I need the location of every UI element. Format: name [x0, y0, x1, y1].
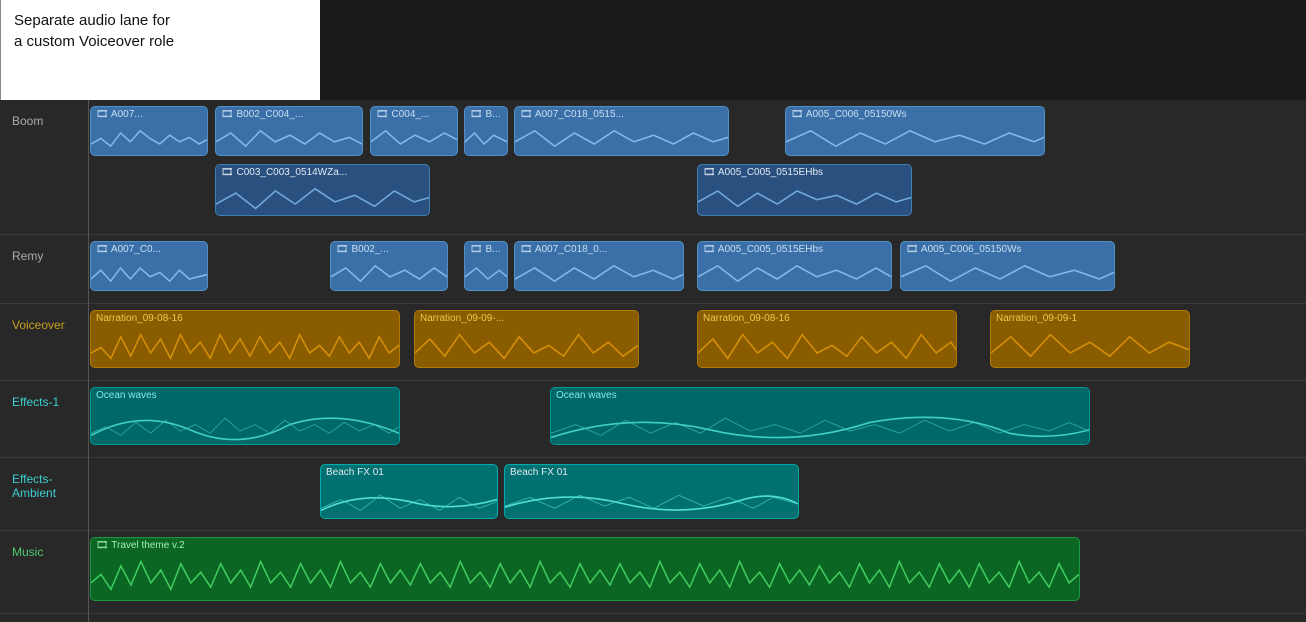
clip-title: 🎞 Travel theme v.2 [91, 538, 1079, 553]
clip-remy3[interactable]: 🎞 B... [464, 241, 508, 291]
clip-vo4[interactable]: Narration_09-09-1 [990, 310, 1190, 368]
waveform [551, 403, 1089, 444]
annotation-text: Separate audio lane for a custom Voiceov… [14, 10, 306, 52]
clip-boom5[interactable]: 🎞 A007_C018_0515... [514, 106, 729, 156]
clip-boom7[interactable]: 🎞 C003_C003_0514WZa... [215, 164, 430, 216]
waveform [216, 122, 362, 155]
voiceover-lane: Voiceover Narration_09-08-16 Narration_0… [0, 304, 1306, 381]
effects-ambient-label: Effects-Ambient [0, 464, 90, 504]
waveform [331, 257, 447, 290]
clip-title: 🎞 A007_C018_0... [515, 242, 683, 257]
boom-clips: 🎞 A007... 🎞 B002_C004_... 🎞 C004_... 🎞 B… [90, 106, 1306, 228]
clip-title: Ocean waves [91, 388, 399, 403]
clip-mu1[interactable]: 🎞 Travel theme v.2 [90, 537, 1080, 601]
voiceover-clips: Narration_09-08-16 Narration_09-09-... N… [90, 310, 1306, 374]
clip-title: 🎞 A007_C0... [91, 242, 207, 257]
waveform [786, 122, 1044, 155]
waveform [216, 180, 429, 215]
clip-remy6[interactable]: 🎞 A005_C006_05150Ws [900, 241, 1115, 291]
clip-boom2[interactable]: 🎞 B002_C004_... [215, 106, 363, 156]
waveform [91, 122, 207, 155]
waveform [991, 326, 1189, 367]
clip-title: Beach FX 01 [321, 465, 497, 480]
clip-title: Narration_09-08-16 [91, 311, 399, 326]
clip-title: 🎞 A005_C006_05150Ws [786, 107, 1044, 122]
waveform [698, 257, 891, 290]
clip-boom8[interactable]: 🎞 A005_C005_0515EHbs [697, 164, 912, 216]
clip-ef2[interactable]: Ocean waves [550, 387, 1090, 445]
clip-remy2[interactable]: 🎞 B002_... [330, 241, 448, 291]
music-clips: 🎞 Travel theme v.2 [90, 537, 1306, 607]
clip-title: 🎞 C004_... [371, 107, 457, 122]
clip-boom1[interactable]: 🎞 A007... [90, 106, 208, 156]
remy-lane: Remy 🎞 A007_C0... 🎞 B002_... 🎞 B... [0, 235, 1306, 304]
remy-clips: 🎞 A007_C0... 🎞 B002_... 🎞 B... 🎞 A007_C0… [90, 241, 1306, 297]
annotation-line1: Separate audio lane for [14, 12, 170, 29]
effects-ambient-lane: Effects-Ambient Beach FX 01 Beach FX 01 [0, 458, 1306, 531]
waveform [515, 122, 728, 155]
clip-title: Narration_09-09-1 [991, 311, 1189, 326]
waveform [91, 326, 399, 367]
clip-boom3[interactable]: 🎞 C004_... [370, 106, 458, 156]
clip-title: 🎞 A007_C018_0515... [515, 107, 728, 122]
voiceover-label: Voiceover [0, 310, 90, 336]
clip-title: 🎞 B... [465, 242, 507, 257]
waveform [901, 257, 1114, 290]
clip-ef1[interactable]: Ocean waves [90, 387, 400, 445]
clip-title: Ocean waves [551, 388, 1089, 403]
music-label: Music [0, 537, 90, 563]
clip-vo3[interactable]: Narration_09-08-16 [697, 310, 957, 368]
clip-title: 🎞 B002_C004_... [216, 107, 362, 122]
effects1-clips: Ocean waves Ocean waves [90, 387, 1306, 451]
clip-remy4[interactable]: 🎞 A007_C018_0... [514, 241, 684, 291]
waveform [415, 326, 638, 367]
clip-title: Narration_09-08-16 [698, 311, 956, 326]
waveform [465, 122, 507, 155]
music-lane: Music 🎞 Travel theme v.2 [0, 531, 1306, 614]
clip-title: 🎞 A005_C006_05150Ws [901, 242, 1114, 257]
waveform [505, 480, 798, 518]
clip-title: 🎞 B002_... [331, 242, 447, 257]
clip-vo2[interactable]: Narration_09-09-... [414, 310, 639, 368]
clip-title: 🎞 A005_C005_0515EHbs [698, 242, 891, 257]
waveform [91, 553, 1079, 600]
clip-title: 🎞 A005_C005_0515EHbs [698, 165, 911, 180]
effects-ambient-clips: Beach FX 01 Beach FX 01 [90, 464, 1306, 524]
clip-ea2[interactable]: Beach FX 01 [504, 464, 799, 519]
clip-title: 🎞 C003_C003_0514WZa... [216, 165, 429, 180]
waveform [465, 257, 507, 290]
timeline: Boom 🎞 A007... 🎞 B002_C004_... 🎞 C004_..… [0, 100, 1306, 622]
waveform [371, 122, 457, 155]
clip-title: Beach FX 01 [505, 465, 798, 480]
clip-title: 🎞 A007... [91, 107, 207, 122]
remy-label: Remy [0, 241, 90, 267]
waveform [91, 257, 207, 290]
clip-remy5[interactable]: 🎞 A005_C005_0515EHbs [697, 241, 892, 291]
clip-vo1[interactable]: Narration_09-08-16 [90, 310, 400, 368]
clip-title: Narration_09-09-... [415, 311, 638, 326]
clip-remy1[interactable]: 🎞 A007_C0... [90, 241, 208, 291]
annotation-line2: a custom Voiceover role [14, 33, 174, 50]
timeline-left-border [88, 100, 89, 622]
waveform [91, 403, 399, 444]
effects1-label: Effects-1 [0, 387, 90, 413]
waveform [698, 180, 911, 215]
boom-label: Boom [0, 106, 90, 132]
clip-ea1[interactable]: Beach FX 01 [320, 464, 498, 519]
clip-title: 🎞 B... [465, 107, 507, 122]
clip-boom6[interactable]: 🎞 A005_C006_05150Ws [785, 106, 1045, 156]
waveform [321, 480, 497, 518]
waveform [515, 257, 683, 290]
annotation-line [0, 0, 1, 100]
effects1-lane: Effects-1 Ocean waves Ocean waves [0, 381, 1306, 458]
boom-lane: Boom 🎞 A007... 🎞 B002_C004_... 🎞 C004_..… [0, 100, 1306, 235]
waveform [698, 326, 956, 367]
clip-boom4[interactable]: 🎞 B... [464, 106, 508, 156]
annotation-box: Separate audio lane for a custom Voiceov… [0, 0, 320, 100]
